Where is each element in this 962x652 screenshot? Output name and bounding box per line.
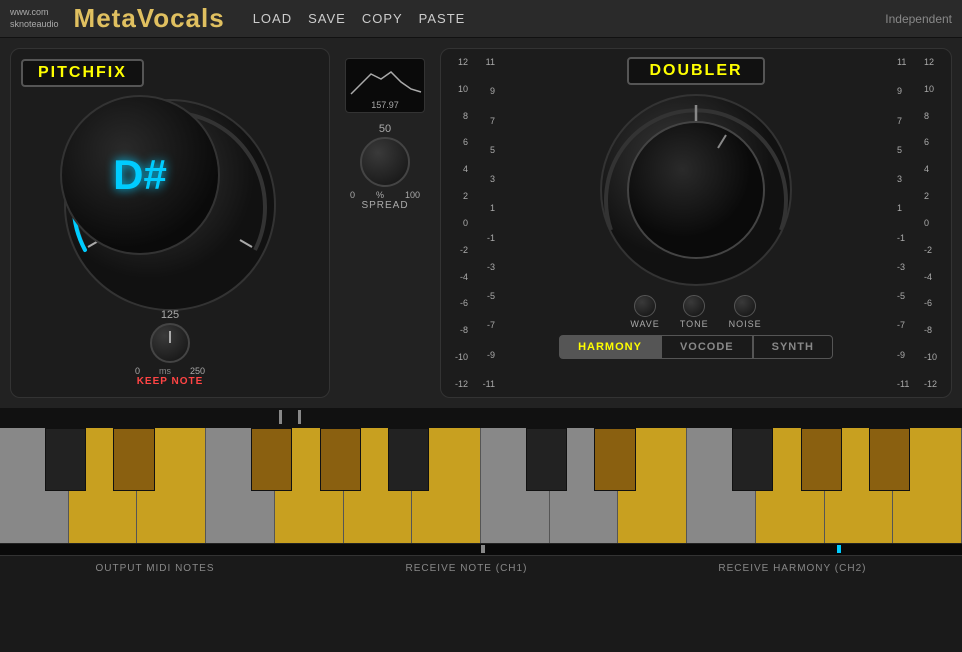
spread-min: 0 <box>350 190 355 200</box>
copy-button[interactable]: COPY <box>362 11 403 26</box>
paste-button[interactable]: PASTE <box>419 11 466 26</box>
black-key-7[interactable] <box>526 428 567 491</box>
pitch-note: D# <box>113 151 167 199</box>
keep-note-label: KEEP NOTE <box>135 376 205 387</box>
logo-area: www.com sknoteaudio <box>10 7 59 30</box>
black-key-1[interactable] <box>113 428 154 491</box>
bottom-labels: OUTPUT MIDI NOTES RECEIVE NOTE (CH1) REC… <box>0 555 962 581</box>
spread-knob-area: 50 0 % 100 SPREAD <box>350 123 420 211</box>
doubler-center: DOUBLER <box>503 57 889 389</box>
piano-section: OUTPUT MIDI NOTES RECEIVE NOTE (CH1) REC… <box>0 408 962 570</box>
wave-knob-item: WAVE <box>630 295 660 329</box>
black-key-0[interactable] <box>45 428 86 491</box>
black-key-8[interactable] <box>594 428 635 491</box>
spread-range: 0 % 100 <box>350 190 420 200</box>
scale-left-inner: 11 9 7 5 3 1 -1 -3 -5 -7 -9 -11 <box>476 57 498 389</box>
black-key-4[interactable] <box>320 428 361 491</box>
wave-label: WAVE <box>630 319 660 329</box>
black-key-11[interactable] <box>801 428 842 491</box>
panels-row: PITCHFIX <box>0 38 962 408</box>
vocode-button[interactable]: VOCODE <box>661 335 753 359</box>
black-key-12[interactable] <box>869 428 910 491</box>
save-button[interactable]: SAVE <box>308 11 346 26</box>
scale-left-outer: 12 10 8 6 4 2 0 -2 -4 -6 -8 -10 -12 <box>449 57 471 389</box>
doubler-title: DOUBLER <box>627 57 764 85</box>
keep-note-value-label: 125 <box>135 309 205 321</box>
noise-knob-item: NOISE <box>729 295 762 329</box>
piano-roll[interactable] <box>0 428 962 543</box>
doubler-panel: 12 10 8 6 4 2 0 -2 -4 -6 -8 -10 -12 11 <box>440 48 952 398</box>
logo-line2: sknoteaudio <box>10 19 59 31</box>
scale-right-outer: 12 10 8 6 4 2 0 -2 -4 -6 -8 -10 -12 <box>921 57 943 389</box>
keep-note-max: 250 <box>190 366 205 376</box>
pitchfix-knob-container[interactable]: D# <box>60 95 280 315</box>
pitchfix-panel: PITCHFIX <box>10 48 330 398</box>
knob-tick <box>169 331 171 343</box>
spread-label: SPREAD <box>350 200 420 211</box>
receive-note-label: RECEIVE NOTE (CH1) <box>406 563 528 574</box>
receive-harmony-label: RECEIVE HARMONY (CH2) <box>718 563 866 574</box>
spread-max: 100 <box>405 190 420 200</box>
bottom-indicators <box>0 543 962 555</box>
middle-panel: 157.97 50 0 % 100 SPREAD <box>340 48 430 398</box>
doubler-controls: WAVE TONE NOISE <box>630 295 761 329</box>
spread-knob[interactable] <box>360 137 410 187</box>
app-title: MetaVocals <box>74 3 225 34</box>
pitchfix-title: PITCHFIX <box>21 59 144 87</box>
noise-label: NOISE <box>729 319 762 329</box>
black-key-3[interactable] <box>251 428 292 491</box>
doubler-knob[interactable] <box>596 90 796 290</box>
scroll-marker-cyan <box>837 545 841 553</box>
spread-percent: % <box>376 190 384 200</box>
pitchfix-knob[interactable]: D# <box>60 95 220 255</box>
tone-label: TONE <box>680 319 709 329</box>
mode-label: Independent <box>885 12 952 26</box>
output-midi-label: OUTPUT MIDI NOTES <box>95 563 214 574</box>
scroll-marker-white <box>481 545 485 553</box>
main-content: PITCHFIX <box>0 38 962 652</box>
doubler-top: 12 10 8 6 4 2 0 -2 -4 -6 -8 -10 -12 11 <box>449 57 943 389</box>
mode-buttons: HARMONY VOCODE SYNTH <box>559 335 833 359</box>
keep-note-min: 0 <box>135 366 140 376</box>
keep-note-ms: ms <box>159 366 171 376</box>
logo-line1: www.com <box>10 7 59 19</box>
load-button[interactable]: LOAD <box>253 11 292 26</box>
marker-2 <box>298 410 301 424</box>
black-key-10[interactable] <box>732 428 773 491</box>
waveform-display: 157.97 <box>345 58 425 113</box>
synth-button[interactable]: SYNTH <box>753 335 833 359</box>
noise-knob[interactable] <box>734 295 756 317</box>
keep-note-area: 125 0 ms 250 KEEP NOTE <box>135 309 205 387</box>
spread-value: 50 <box>350 123 420 135</box>
tone-knob-item: TONE <box>680 295 709 329</box>
scale-right-inner: 11 9 7 5 3 1 -1 -3 -5 -7 -9 -11 <box>894 57 916 389</box>
tone-knob[interactable] <box>683 295 705 317</box>
top-bar: www.com sknoteaudio MetaVocals LOAD SAVE… <box>0 0 962 38</box>
harmony-button[interactable]: HARMONY <box>559 335 661 359</box>
top-indicators <box>0 408 962 428</box>
black-key-5[interactable] <box>388 428 429 491</box>
waveform-value: 157.97 <box>346 100 424 110</box>
marker-1 <box>279 410 282 424</box>
keep-note-knob[interactable] <box>150 323 190 363</box>
wave-knob[interactable] <box>634 295 656 317</box>
